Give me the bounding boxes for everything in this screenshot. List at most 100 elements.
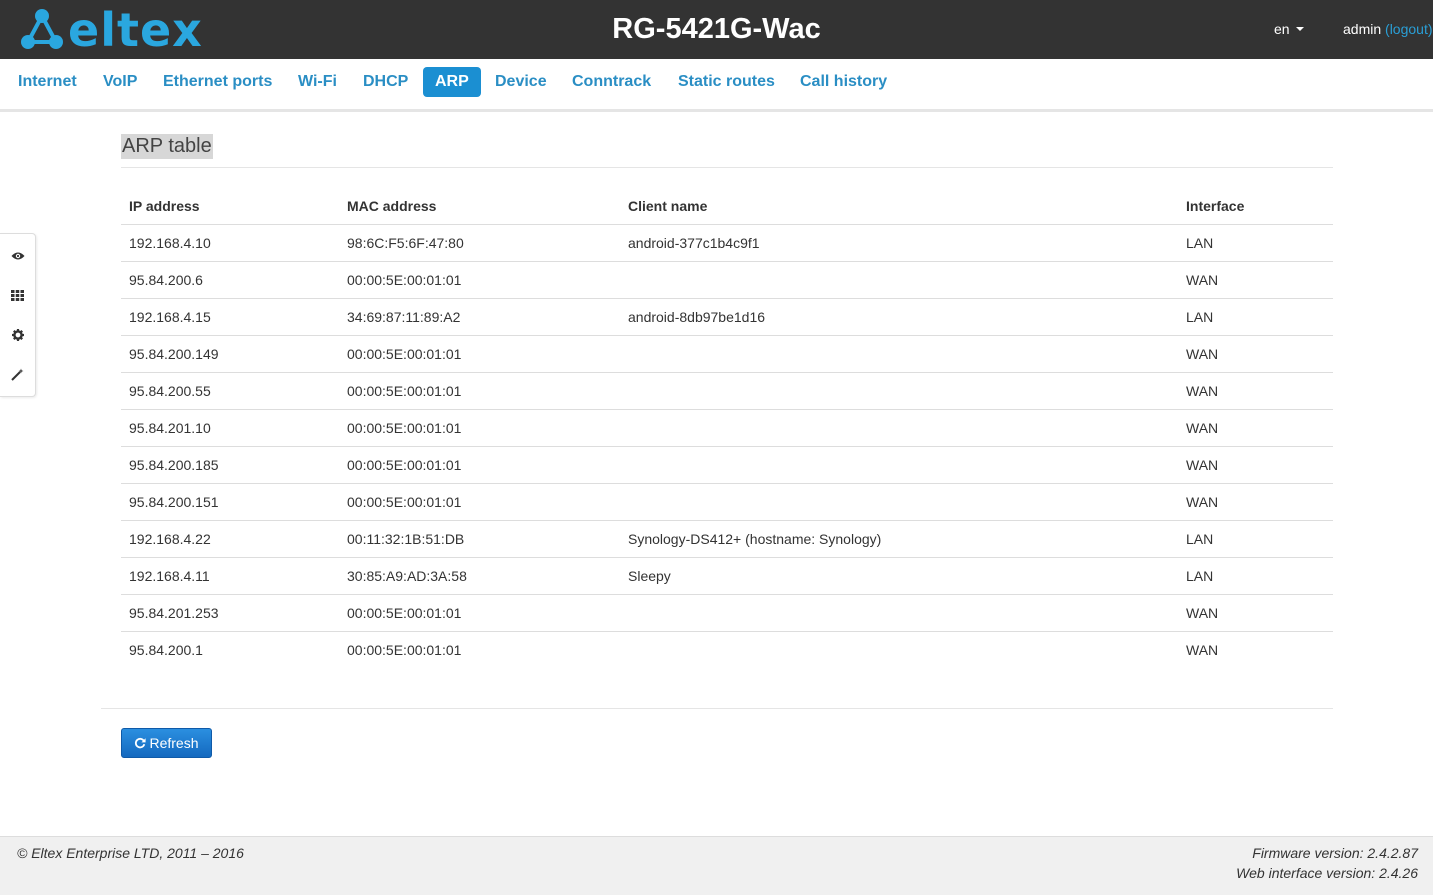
table-row: 192.168.4.10 98:6C:F5:6F:47:80 android-3… bbox=[121, 224, 1333, 262]
cell-ip: 95.84.200.185 bbox=[121, 446, 339, 484]
cell-mac: 00:00:5E:00:01:01 bbox=[339, 446, 620, 484]
cell-ip: 95.84.200.55 bbox=[121, 372, 339, 410]
cell-ip: 95.84.200.6 bbox=[121, 261, 339, 299]
web-interface-version: Web interface version: 2.4.26 bbox=[1236, 865, 1418, 881]
cell-ip: 95.84.201.253 bbox=[121, 594, 339, 632]
cell-mac: 98:6C:F5:6F:47:80 bbox=[339, 224, 620, 262]
cell-ip: 95.84.201.10 bbox=[121, 409, 339, 447]
grid-icon bbox=[11, 289, 24, 301]
copyright-text: © Eltex Enterprise LTD, 2011 – 2016 bbox=[17, 845, 244, 861]
cell-client bbox=[620, 594, 1178, 632]
refresh-icon bbox=[135, 737, 147, 749]
tab-static-routes[interactable]: Static routes bbox=[666, 67, 787, 97]
cell-interface: WAN bbox=[1178, 446, 1333, 484]
cell-ip: 95.84.200.151 bbox=[121, 483, 339, 521]
tab-ethernet-ports[interactable]: Ethernet ports bbox=[151, 67, 284, 97]
side-toolbar bbox=[0, 233, 36, 397]
cell-mac: 00:00:5E:00:01:01 bbox=[339, 409, 620, 447]
cell-ip: 95.84.200.149 bbox=[121, 335, 339, 373]
cell-client: Sleepy bbox=[620, 557, 1178, 595]
column-header-client: Client name bbox=[620, 188, 1178, 225]
tab-call-history[interactable]: Call history bbox=[788, 67, 899, 97]
language-label: en bbox=[1274, 21, 1290, 37]
cell-interface: WAN bbox=[1178, 372, 1333, 410]
cell-mac: 30:85:A9:AD:3A:58 bbox=[339, 557, 620, 595]
tab-device[interactable]: Device bbox=[483, 67, 559, 97]
cell-mac: 00:00:5E:00:01:01 bbox=[339, 483, 620, 521]
column-header-interface: Interface bbox=[1178, 188, 1333, 225]
apps-button[interactable] bbox=[0, 277, 35, 313]
cell-ip: 95.84.200.1 bbox=[129, 642, 203, 658]
arp-table: IP address MAC address Client name Inter… bbox=[121, 188, 1333, 668]
cell-client bbox=[620, 335, 1178, 373]
eye-icon bbox=[11, 252, 24, 260]
cell-client bbox=[620, 446, 1178, 484]
table-row: 95.84.200.55 00:00:5E:00:01:01 WAN bbox=[121, 372, 1333, 410]
column-header-ip: IP address bbox=[121, 188, 339, 225]
cell-mac: 00:00:5E:00:01:01 bbox=[339, 372, 620, 410]
cell-mac: 34:69:87:11:89:A2 bbox=[339, 298, 620, 336]
caret-down-icon bbox=[1295, 27, 1304, 31]
monitoring-button[interactable] bbox=[0, 238, 35, 274]
cell-client bbox=[620, 483, 1178, 521]
tab-internet[interactable]: Internet bbox=[6, 67, 89, 97]
cell-ip: 192.168.4.22 bbox=[121, 520, 339, 558]
cell-interface: WAN bbox=[1178, 594, 1333, 632]
wizard-button[interactable] bbox=[0, 356, 35, 392]
wand-icon bbox=[11, 368, 24, 381]
tab-arp[interactable]: ARP bbox=[423, 67, 481, 97]
table-row: 192.168.4.22 00:11:32:1B:51:DB Synology-… bbox=[121, 520, 1333, 558]
cell-client bbox=[620, 372, 1178, 410]
cell-ip: 192.168.4.11 bbox=[121, 557, 339, 595]
main-tabs: Internet VoIP Ethernet ports Wi-Fi DHCP … bbox=[0, 59, 1433, 112]
cell-interface: WAN bbox=[1178, 409, 1333, 447]
table-row: 95.84.201.253 00:00:5E:00:01:01 WAN bbox=[121, 594, 1333, 632]
cell-client bbox=[620, 632, 1178, 669]
cell-interface: WAN bbox=[1186, 642, 1219, 658]
cell-interface: LAN bbox=[1178, 224, 1333, 262]
table-row: 95.84.200.6 00:00:5E:00:01:01 WAN bbox=[121, 261, 1333, 299]
cell-ip: 192.168.4.15 bbox=[121, 298, 339, 336]
table-row: 95.84.200.185 00:00:5E:00:01:01 WAN bbox=[121, 446, 1333, 484]
table-row: 192.168.4.11 30:85:A9:AD:3A:58 Sleepy LA… bbox=[121, 557, 1333, 595]
tab-wifi[interactable]: Wi-Fi bbox=[286, 67, 349, 97]
table-row: 192.168.4.15 34:69:87:11:89:A2 android-8… bbox=[121, 298, 1333, 336]
logout-link[interactable]: (logout) bbox=[1385, 21, 1432, 37]
page-title: ARP table bbox=[121, 134, 213, 159]
table-row: 95.84.200.1 00:00:5E:00:01:01 WAN bbox=[121, 632, 1333, 669]
cell-client: Synology-DS412+ (hostname: Synology) bbox=[620, 520, 1178, 558]
title-divider bbox=[121, 167, 1333, 168]
tab-dhcp[interactable]: DHCP bbox=[351, 67, 420, 97]
username: admin bbox=[1343, 21, 1382, 37]
cell-client: android-377c1b4c9f1 bbox=[620, 224, 1178, 262]
cell-client: android-8db97be1d16 bbox=[620, 298, 1178, 336]
cell-mac: 00:00:5E:00:01:01 bbox=[339, 335, 620, 373]
cell-mac: 00:00:5E:00:01:01 bbox=[339, 594, 620, 632]
table-row: 95.84.200.149 00:00:5E:00:01:01 WAN bbox=[121, 335, 1333, 373]
cell-interface: WAN bbox=[1178, 483, 1333, 521]
cell-mac: 00:11:32:1B:51:DB bbox=[339, 520, 620, 558]
table-row: 95.84.200.151 00:00:5E:00:01:01 WAN bbox=[121, 483, 1333, 521]
cell-interface: WAN bbox=[1178, 335, 1333, 373]
table-header-row: IP address MAC address Client name Inter… bbox=[121, 188, 1333, 225]
table-row: 95.84.201.10 00:00:5E:00:01:01 WAN bbox=[121, 409, 1333, 447]
refresh-button[interactable]: Refresh bbox=[121, 728, 212, 758]
refresh-label: Refresh bbox=[149, 735, 199, 751]
content-divider bbox=[101, 708, 1333, 709]
footer: © Eltex Enterprise LTD, 2011 – 2016 Firm… bbox=[0, 836, 1433, 895]
settings-button[interactable] bbox=[0, 317, 35, 353]
cell-mac: 00:00:5E:00:01:01 bbox=[339, 261, 620, 299]
cell-client bbox=[620, 409, 1178, 447]
gear-icon bbox=[11, 329, 24, 341]
cell-interface: LAN bbox=[1178, 298, 1333, 336]
cell-client bbox=[620, 261, 1178, 299]
tab-voip[interactable]: VoIP bbox=[91, 67, 149, 97]
language-selector[interactable]: en bbox=[1274, 21, 1304, 37]
cell-interface: LAN bbox=[1178, 557, 1333, 595]
firmware-version: Firmware version: 2.4.2.87 bbox=[1252, 845, 1418, 861]
cell-mac: 00:00:5E:00:01:01 bbox=[347, 642, 462, 658]
cell-ip: 192.168.4.10 bbox=[121, 224, 339, 262]
cell-interface: WAN bbox=[1178, 261, 1333, 299]
cell-interface: LAN bbox=[1178, 520, 1333, 558]
tab-conntrack[interactable]: Conntrack bbox=[560, 67, 663, 97]
